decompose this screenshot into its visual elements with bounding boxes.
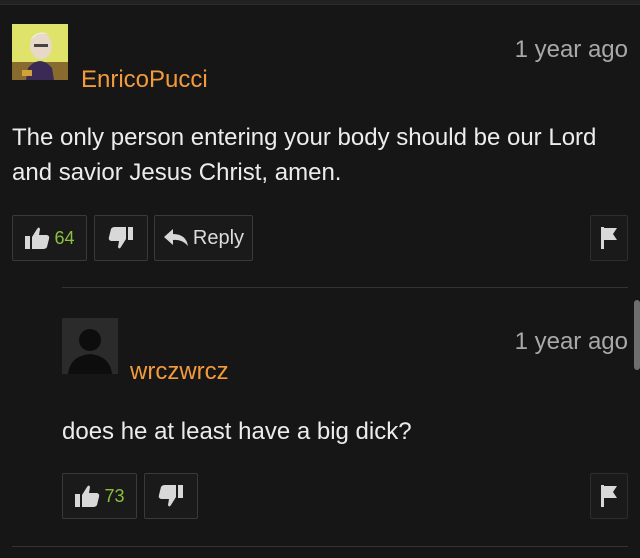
top-border	[0, 0, 640, 5]
flag-icon	[600, 226, 618, 250]
reply-arrow-icon	[163, 228, 189, 248]
thumbs-down-icon	[158, 484, 184, 508]
thumbs-up-icon	[74, 484, 100, 508]
comment-text: The only person entering your body shoul…	[12, 124, 597, 186]
avatar[interactable]	[12, 24, 68, 80]
like-button[interactable]: 64	[12, 215, 87, 261]
reply-button[interactable]: Reply	[154, 215, 253, 261]
thumbs-up-icon	[24, 226, 50, 250]
flag-button[interactable]	[590, 473, 628, 519]
username[interactable]: wrczwrcz	[130, 358, 229, 386]
timestamp: 1 year ago	[514, 328, 628, 355]
bottom-divider	[12, 546, 628, 547]
dislike-button[interactable]	[144, 473, 198, 519]
like-count: 73	[104, 485, 125, 506]
like-button[interactable]: 73	[62, 473, 137, 519]
avatar[interactable]	[62, 318, 118, 374]
flag-icon	[600, 484, 618, 508]
thumbs-down-icon	[108, 226, 134, 250]
username[interactable]: EnricoPucci	[81, 66, 208, 94]
flag-button[interactable]	[590, 215, 628, 261]
scrollbar-thumb[interactable]	[634, 300, 640, 370]
like-count: 64	[54, 227, 75, 248]
reply-divider	[62, 287, 628, 288]
dislike-button[interactable]	[94, 215, 148, 261]
reply-label: Reply	[192, 226, 245, 249]
timestamp: 1 year ago	[514, 36, 628, 63]
comment-text: does he at least have a big dick?	[62, 418, 412, 445]
